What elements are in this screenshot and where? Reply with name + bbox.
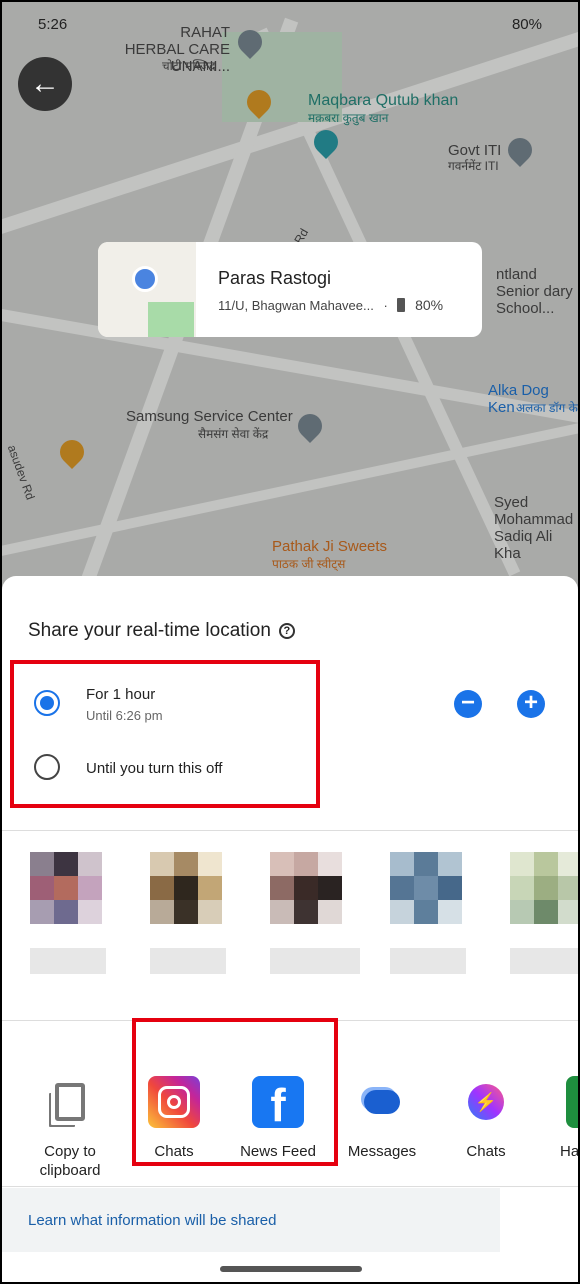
school-pin-icon[interactable] [503,133,537,167]
share-messenger-chats[interactable]: ⚡ Chats [436,1076,536,1161]
place-pin-icon[interactable] [293,409,327,443]
arrow-left-icon: ← [30,67,60,100]
battery-icon [397,298,406,312]
map-label[interactable]: पाठक जी स्वीट्स [272,556,345,573]
contact-avatar-blurred[interactable] [390,852,462,924]
battery-level: 80% [511,16,542,33]
share-sheet: Share your real-time location? For 1 hou… [2,576,578,1282]
contact-avatar-blurred[interactable] [30,852,102,924]
sheet-title-text: Share your real-time location [28,620,271,641]
status-bar: 5:26 80% [38,16,542,33]
copy-to-clipboard-button[interactable]: Copy to clipboard [20,1076,120,1180]
help-icon[interactable]: ? [278,623,295,639]
map[interactable]: 5:26 80% RAHAT HERBAL CARE UNANI... चोटी… [2,2,578,602]
messages-icon [356,1076,408,1128]
back-button[interactable]: ← [18,57,72,111]
highlight-box [132,1018,338,1166]
map-label[interactable]: अलका डॉग के [516,400,578,417]
address: 11/U, Bhagwan Mahavee... [218,298,374,313]
map-label[interactable]: Govt ITI [448,142,501,159]
gesture-nav-handle[interactable] [220,1266,362,1272]
messenger-icon: ⚡ [460,1076,512,1128]
decrease-time-button[interactable]: − [454,690,482,718]
increase-time-button[interactable]: + [517,690,545,718]
user-location-icon [132,266,158,292]
contact-name-blurred [30,948,106,974]
map-label[interactable]: Samsung Service Center [126,408,293,425]
map-label[interactable]: सैमसंग सेवा केंद्र [198,426,268,443]
map-label[interactable]: ntland Senior dary School... [496,266,578,317]
map-label[interactable]: Syed Mohammad Sadiq Ali Kha [494,494,578,562]
restaurant-pin-icon[interactable] [55,435,89,469]
app-label: Chats [466,1143,506,1160]
map-label[interactable]: मक़बरा कुतुब खान [308,110,388,127]
contact-avatar-blurred[interactable] [150,852,222,924]
app-label: Copy to clipboard [39,1143,101,1179]
hangouts-icon [566,1076,578,1128]
copy-icon [44,1076,96,1128]
location-card[interactable]: Paras Rastogi 11/U, Bhagwan Mahavee... ·… [98,242,482,337]
share-messages[interactable]: Messages [332,1076,432,1161]
map-thumbnail [98,242,196,337]
divider [2,830,578,831]
map-label[interactable]: चोटी मस्जिद [162,58,215,75]
battery-percent: 80% [415,297,444,313]
highlight-box [10,660,320,808]
learn-info-text[interactable]: Learn what information will be shared [28,1212,276,1229]
contact-name-blurred [270,948,360,974]
screen: 5:26 80% RAHAT HERBAL CARE UNANI... चोटी… [2,2,578,1282]
map-label[interactable]: Maqbara Qutub khan [308,92,458,109]
map-label[interactable]: Pathak Ji Sweets [272,538,387,555]
contact-avatar-blurred[interactable] [270,852,342,924]
app-label: Messages [347,1143,417,1160]
app-label: Ha [560,1143,578,1160]
contact-name: Paras Rastogi [218,268,332,288]
separator: · [383,298,388,313]
sheet-title: Share your real-time location? [28,620,295,642]
learn-info-link[interactable]: Learn what information will be shared [2,1188,500,1252]
clock: 5:26 [38,16,68,33]
map-label: asudev Rd [4,442,38,502]
contact-avatar-blurred[interactable] [510,852,578,924]
contact-name-blurred [390,948,466,974]
share-hangouts[interactable]: Ha [540,1076,578,1161]
divider [2,1186,578,1187]
map-label[interactable]: गवर्नमेंट ITI [448,158,499,175]
contact-name-blurred [510,948,578,974]
contact-name-blurred [150,948,226,974]
